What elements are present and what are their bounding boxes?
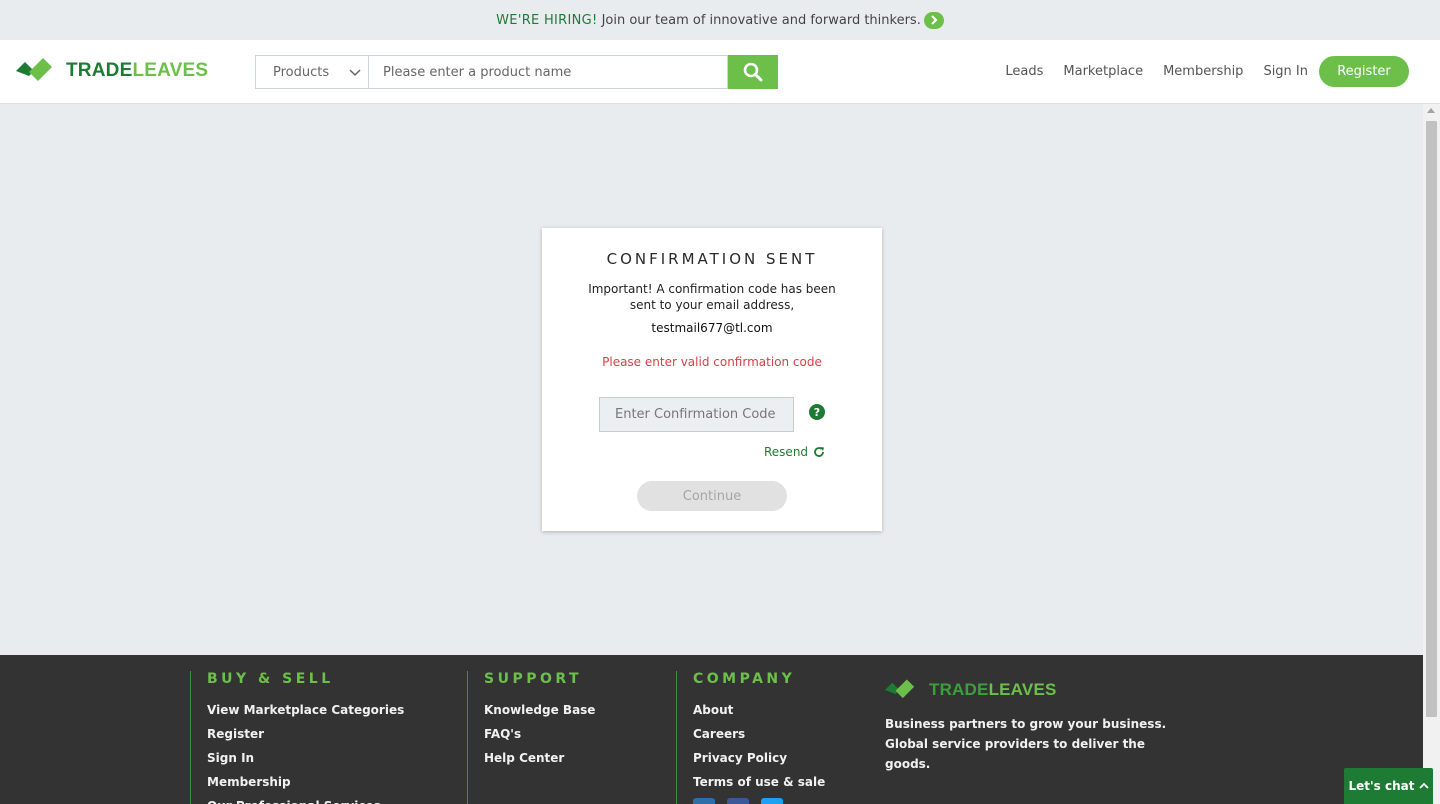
footer-heading-buy-sell: BUY & SELL xyxy=(207,671,334,687)
logo-wordmark: TRADELEAVES xyxy=(929,680,1057,699)
footer-link[interactable]: Membership xyxy=(207,770,450,794)
category-select[interactable]: Products xyxy=(255,55,368,89)
chevron-up-icon xyxy=(1418,782,1429,789)
footer-link[interactable]: Our Professional Services xyxy=(207,794,450,804)
resend-label: Resend xyxy=(764,445,809,459)
scroll-up-icon[interactable] xyxy=(1427,108,1435,113)
search-bar: Products xyxy=(255,55,778,89)
footer-logo[interactable]: TRADELEAVES xyxy=(885,679,1185,701)
footer-link[interactable]: Register xyxy=(207,722,450,746)
leaves-logo-icon xyxy=(885,679,915,699)
help-icon[interactable]: ? xyxy=(809,404,825,420)
footer-link[interactable]: Terms of use & sale xyxy=(693,770,866,794)
footer-link[interactable]: Knowledge Base xyxy=(484,698,657,722)
footer-support: SUPPORT Knowledge Base FAQ's Help Center xyxy=(467,671,657,804)
resend-link[interactable]: Resend xyxy=(764,445,825,459)
refresh-icon xyxy=(813,446,825,458)
site-header: TRADELEAVES Products Leads Marketplace M… xyxy=(0,40,1440,104)
site-logo[interactable]: TRADELEAVES xyxy=(16,58,208,84)
leaves-logo-icon xyxy=(16,58,52,81)
nav-leads[interactable]: Leads xyxy=(1005,64,1043,79)
confirmation-message: Important! A confirmation code has been … xyxy=(588,282,836,312)
confirmation-email: testmail677@tl.com xyxy=(651,321,773,335)
social-links xyxy=(693,798,866,804)
footer-heading-company: COMPANY xyxy=(693,671,796,687)
page-scrollbar[interactable] xyxy=(1423,104,1440,804)
footer-company: COMPANY About Careers Privacy Policy Ter… xyxy=(676,671,866,804)
footer-link[interactable]: Careers xyxy=(693,722,866,746)
card-title: CONFIRMATION SENT xyxy=(606,250,818,268)
twitter-icon[interactable] xyxy=(761,798,783,804)
arrow-right-icon[interactable] xyxy=(923,11,944,29)
search-input[interactable] xyxy=(368,55,728,89)
hiring-banner[interactable]: WE'RE HIRING! Join our team of innovativ… xyxy=(0,0,1440,40)
footer-heading-support: SUPPORT xyxy=(484,671,583,687)
nav-membership[interactable]: Membership xyxy=(1163,64,1243,79)
site-footer: BUY & SELL View Marketplace Categories R… xyxy=(0,655,1423,804)
chat-label: Let's chat xyxy=(1348,779,1415,793)
footer-link[interactable]: View Marketplace Categories xyxy=(207,698,450,722)
search-button[interactable] xyxy=(728,55,778,89)
footer-link[interactable]: Privacy Policy xyxy=(693,746,866,770)
nav-marketplace[interactable]: Marketplace xyxy=(1063,64,1143,79)
footer-link[interactable]: FAQ's xyxy=(484,722,657,746)
footer-buy-sell: BUY & SELL View Marketplace Categories R… xyxy=(190,671,450,804)
footer-link[interactable]: Help Center xyxy=(484,746,657,770)
error-message: Please enter valid confirmation code xyxy=(602,355,822,369)
chat-widget-button[interactable]: Let's chat xyxy=(1344,768,1433,804)
main-nav: Leads Marketplace Membership Sign In Reg… xyxy=(985,56,1409,87)
logo-wordmark: TRADELEAVES xyxy=(66,60,209,81)
nav-sign-in[interactable]: Sign In xyxy=(1263,64,1308,79)
category-value: Products xyxy=(273,64,330,80)
footer-link[interactable]: Sign In xyxy=(207,746,450,770)
footer-link[interactable]: About xyxy=(693,698,866,722)
continue-button[interactable]: Continue xyxy=(637,481,787,511)
hiring-highlight: WE'RE HIRING! xyxy=(496,12,598,28)
confirmation-code-input[interactable] xyxy=(599,397,794,432)
confirmation-card: CONFIRMATION SENT Important! A confirmat… xyxy=(542,228,882,531)
scrollbar-thumb[interactable] xyxy=(1426,121,1437,717)
footer-tagline: Business partners to grow your business.… xyxy=(885,717,1167,771)
register-button[interactable]: Register xyxy=(1319,56,1409,87)
footer-brand: TRADELEAVES Business partners to grow yo… xyxy=(885,679,1185,774)
linkedin-icon[interactable] xyxy=(693,798,715,804)
hiring-text: Join our team of innovative and forward … xyxy=(601,12,921,28)
search-icon xyxy=(743,62,763,82)
facebook-icon[interactable] xyxy=(727,798,749,804)
chevron-down-icon xyxy=(348,65,362,83)
